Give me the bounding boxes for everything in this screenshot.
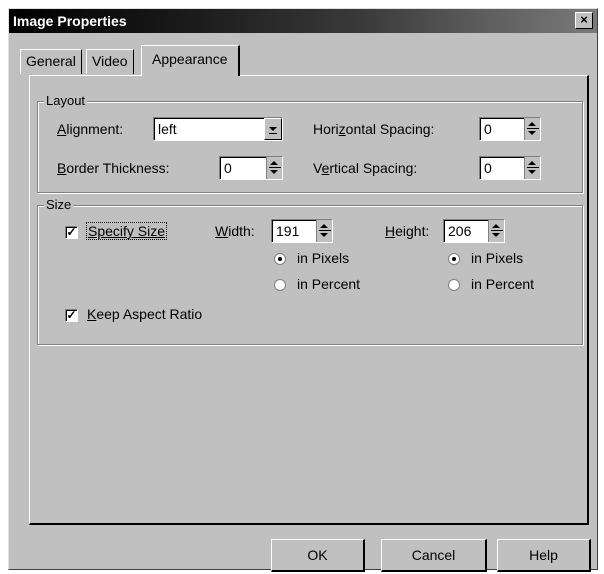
dialog-title: Image Properties: [13, 13, 127, 29]
keep-aspect-ratio-label[interactable]: Keep Aspect Ratio: [87, 306, 202, 322]
ok-button[interactable]: OK: [271, 539, 365, 572]
keep-aspect-label-rest: eep Aspect Ratio: [96, 306, 203, 322]
width-percent-label: in Percent: [297, 276, 361, 292]
width-pixels-radio[interactable]: [274, 253, 286, 265]
spin-down-icon[interactable]: [319, 232, 329, 241]
alignment-label-accel: A: [57, 121, 67, 137]
horizontal-spacing-label: Horizontal Spacing:: [313, 121, 434, 137]
close-icon: ×: [580, 12, 588, 27]
spin-down-icon[interactable]: [527, 130, 537, 139]
height-label: Height:: [385, 223, 429, 239]
specify-size-label-text: Specify Size: [88, 223, 166, 239]
spin-divider: [527, 128, 539, 129]
spin-down-icon[interactable]: [269, 169, 279, 178]
hspacing-label-post: ontal Spacing:: [345, 121, 435, 137]
image-properties-dialog: Image Properties × General Video Appeara…: [8, 8, 598, 572]
horizontal-spacing-input[interactable]: 0: [479, 117, 541, 141]
help-button-label: Help: [529, 547, 558, 563]
border-label-accel: B: [57, 160, 67, 176]
vertical-spacing-value: 0: [484, 160, 492, 176]
width-percent-radio[interactable]: [274, 279, 286, 291]
tab-general-label: General: [26, 53, 76, 69]
vertical-spacing-input[interactable]: 0: [479, 156, 541, 180]
height-label-accel: H: [385, 223, 396, 239]
tab-video[interactable]: Video: [86, 49, 134, 74]
width-label: Width:: [215, 223, 255, 239]
width-pixels-label: in Pixels: [297, 250, 350, 266]
layout-group-label: Layout: [44, 93, 88, 108]
vertical-spacing-spinner[interactable]: [524, 157, 540, 179]
width-value: 191: [276, 223, 300, 239]
size-group-label: Size: [44, 197, 74, 212]
height-pixels-radio[interactable]: [448, 253, 460, 265]
spin-divider: [319, 230, 331, 231]
border-thickness-value: 0: [224, 160, 232, 176]
horizontal-spacing-spinner[interactable]: [524, 118, 540, 140]
spin-down-icon[interactable]: [491, 232, 501, 241]
alignment-label: Alignment:: [57, 121, 123, 137]
alignment-label-rest: lignment:: [66, 121, 124, 137]
alignment-select-value: left: [158, 121, 177, 137]
vspacing-label-pre: V: [313, 160, 322, 176]
specify-size-label[interactable]: Specify Size: [85, 222, 168, 240]
specify-size-checkbox[interactable]: ✓: [65, 226, 78, 239]
hspacing-label-accel: z: [338, 121, 346, 137]
height-input[interactable]: 206: [443, 219, 505, 243]
alignment-select[interactable]: left: [153, 117, 283, 141]
height-percent-label: in Percent: [471, 276, 535, 292]
hspacing-label-pre: Hori: [313, 121, 339, 137]
width-label-rest: idth:: [228, 223, 255, 239]
height-spinner[interactable]: [488, 220, 504, 242]
spin-divider: [269, 167, 281, 168]
help-button[interactable]: Help: [497, 539, 591, 572]
ok-button-label: OK: [307, 547, 328, 563]
width-input[interactable]: 191: [271, 219, 333, 243]
height-percent-radio[interactable]: [448, 279, 460, 291]
spin-down-icon[interactable]: [527, 169, 537, 178]
border-thickness-spinner[interactable]: [266, 157, 282, 179]
tab-video-label: Video: [92, 53, 128, 69]
tab-appearance-label: Appearance: [152, 51, 228, 67]
spin-divider: [527, 167, 539, 168]
height-pixels-label: in Pixels: [471, 250, 524, 266]
title-bar[interactable]: Image Properties ×: [9, 9, 597, 33]
chevron-down-icon[interactable]: [264, 118, 282, 140]
spin-divider: [491, 230, 503, 231]
tab-appearance[interactable]: Appearance: [141, 45, 240, 76]
keep-aspect-ratio-checkbox[interactable]: ✓: [65, 309, 78, 322]
cancel-button-label: Cancel: [411, 547, 456, 563]
keep-aspect-label-accel: K: [87, 306, 97, 322]
width-spinner[interactable]: [316, 220, 332, 242]
height-value: 206: [448, 223, 472, 239]
tab-general[interactable]: General: [20, 49, 82, 74]
vspacing-label-post: rtical Spacing:: [329, 160, 418, 176]
width-label-accel: W: [215, 223, 229, 239]
cancel-button[interactable]: Cancel: [381, 539, 487, 572]
check-icon: ✓: [66, 308, 77, 322]
border-thickness-input[interactable]: 0: [219, 156, 283, 180]
check-icon: ✓: [66, 225, 77, 239]
horizontal-spacing-value: 0: [484, 121, 492, 137]
vertical-spacing-label: Vertical Spacing:: [313, 160, 417, 176]
close-button[interactable]: ×: [575, 12, 593, 29]
border-thickness-label: Border Thickness:: [57, 160, 170, 176]
height-label-rest: eight:: [395, 223, 430, 239]
border-label-rest: order Thickness:: [66, 160, 170, 176]
